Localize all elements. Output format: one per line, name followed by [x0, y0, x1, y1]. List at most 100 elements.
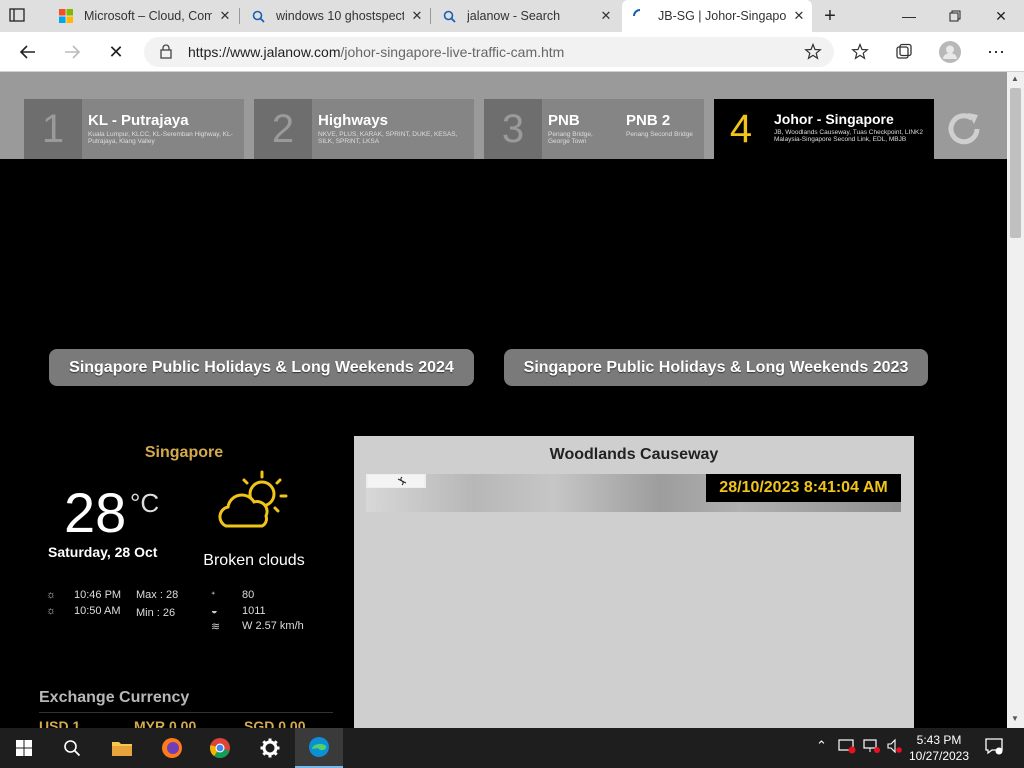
route-title: Johor - Singapore [774, 111, 894, 127]
sunset-icon: ☼ [46, 605, 57, 617]
pressure-icon: ◒ [211, 605, 218, 617]
humidity-icon: ᐩ [211, 590, 216, 602]
weather-date: Saturday, 28 Oct [48, 544, 158, 560]
tab-actions-icon[interactable] [8, 6, 28, 26]
tab-jalanow-search[interactable]: jalanow - Search ✕ [431, 0, 619, 32]
url-path: /johor-singapore-live-traffic-cam.htm [340, 44, 565, 60]
close-icon[interactable]: ✕ [786, 8, 812, 24]
route-title: PNB [548, 112, 580, 129]
browser-tab-bar: Microsoft – Cloud, Com ✕ windows 10 ghos… [0, 0, 1024, 32]
min-temp: Min : 26 [136, 607, 176, 619]
chrome-icon[interactable] [196, 728, 244, 768]
weather-temperature: 28 [64, 481, 127, 544]
webpage-content: 1 KL - Putrajaya Kuala Lumpur, KLCC, KL-… [0, 72, 1007, 728]
lock-icon [160, 44, 172, 64]
route-number: 2 [254, 99, 312, 159]
exchange-usd: USD 1 [39, 718, 81, 728]
tab-microsoft[interactable]: Microsoft – Cloud, Com ✕ [48, 0, 238, 32]
firefox-icon[interactable] [148, 728, 196, 768]
clock-time: 5:43 PM [916, 733, 962, 747]
refresh-icon[interactable] [942, 107, 986, 151]
close-icon[interactable]: ✕ [404, 8, 430, 24]
file-explorer-icon[interactable] [98, 728, 146, 768]
humidity-value: 80 [242, 589, 255, 601]
wind-value: W 2.57 km/h [242, 620, 304, 632]
start-button[interactable] [0, 728, 48, 768]
route-subtitle: NKVE, PLUS, KARAK, SPRINT, DUKE, KESAS, … [318, 131, 458, 145]
exchange-myr: MYR 0.00 [134, 718, 197, 728]
scroll-thumb[interactable] [1010, 88, 1021, 238]
pressure-value: 1011 [242, 605, 266, 617]
camera-image[interactable]: 28/10/2023 8:41:04 AM [366, 474, 901, 512]
route-tab-johor-singapore[interactable]: 4 Johor - Singapore JB, Woodlands Causew… [714, 99, 934, 159]
close-window-button[interactable]: ✕ [978, 0, 1024, 32]
route-title: KL - Putrajaya [88, 112, 189, 129]
favorites-icon[interactable] [844, 36, 876, 68]
route-tab-kl-putrajaya[interactable]: 1 KL - Putrajaya Kuala Lumpur, KLCC, KL-… [24, 99, 244, 159]
close-icon[interactable]: ✕ [593, 8, 619, 24]
sunrise-time: 10:46 PM [74, 589, 122, 601]
chevron-up-icon[interactable]: ⌃ [816, 738, 827, 754]
route-title-pnb2: PNB 2 [626, 112, 671, 129]
weather-city: Singapore [144, 444, 224, 461]
traffic-camera-panel: Woodlands Causeway 28/10/2023 8:41:04 AM [354, 436, 914, 728]
exchange-sgd: SGD 0.00 [244, 718, 306, 728]
holidays-2024-button[interactable]: Singapore Public Holidays & Long Weekend… [49, 349, 474, 386]
stop-loading-button[interactable]: ✕ [100, 36, 132, 68]
restore-button[interactable] [932, 0, 978, 32]
sunrise-icon: ☼ [46, 589, 57, 601]
forward-button[interactable] [56, 36, 88, 68]
url-text: https://www.jalanow.com/johor-singapore-… [188, 44, 564, 60]
back-button[interactable] [12, 36, 44, 68]
scroll-down-icon[interactable]: ▼ [1011, 714, 1019, 723]
new-tab-button[interactable]: + [814, 0, 846, 32]
settings-gear-icon[interactable] [246, 728, 294, 768]
route-number: 1 [24, 99, 82, 159]
tab-label: jalanow - Search [467, 9, 561, 23]
search-icon [250, 8, 266, 24]
route-tab-highways[interactable]: 2 Highways NKVE, PLUS, KARAK, SPRINT, DU… [254, 99, 474, 159]
clock-date: 10/27/2023 [908, 749, 970, 763]
tab-jb-sg-active[interactable]: JB-SG | Johor-Singapore ✕ [622, 0, 812, 32]
sunset-time: 10:50 AM [74, 605, 121, 617]
page-scrollbar[interactable]: ▲ ▼ [1007, 72, 1024, 728]
divider [39, 712, 333, 713]
profile-avatar[interactable] [934, 36, 966, 68]
minimize-button[interactable]: — [886, 0, 932, 32]
tab-label: JB-SG | Johor-Singapore [658, 9, 786, 23]
windows-taskbar: ⌃ 5:43 PM 10/27/2023 [0, 728, 1024, 768]
broken-clouds-icon [214, 468, 294, 532]
url-field[interactable]: https://www.jalanow.com/johor-singapore-… [144, 37, 834, 67]
camera-timestamp: 28/10/2023 8:41:04 AM [706, 474, 901, 502]
scroll-up-icon[interactable]: ▲ [1011, 74, 1019, 83]
route-subtitle: Kuala Lumpur, KLCC, KL-Seremban Highway,… [88, 131, 233, 145]
notification-center-icon[interactable] [984, 737, 1004, 758]
edge-icon[interactable] [295, 728, 343, 768]
holidays-2023-button[interactable]: Singapore Public Holidays & Long Weekend… [504, 349, 928, 386]
exchange-currency-title: Exchange Currency [39, 689, 190, 706]
tab-label: windows 10 ghostspect [276, 9, 404, 23]
search-icon [441, 8, 457, 24]
wind-icon: ≋ [211, 621, 221, 633]
route-subtitle: JB, Woodlands Causeway, Tuas Checkpoint,… [774, 129, 923, 143]
loading-icon [632, 8, 648, 24]
add-favorite-icon[interactable] [804, 42, 822, 66]
route-tab-pnb[interactable]: 3 PNB Penang Bridge, George Town PNB 2 P… [484, 99, 704, 159]
camera-provider-logo [366, 474, 426, 488]
collections-icon[interactable] [888, 36, 920, 68]
network-alert-icon[interactable] [838, 738, 856, 757]
route-number: 3 [484, 99, 542, 159]
route-subtitle: Penang Bridge, George Town [548, 131, 593, 145]
settings-menu-icon[interactable]: ⋯ [980, 36, 1012, 68]
address-bar-row: ✕ https://www.jalanow.com/johor-singapor… [0, 32, 1024, 72]
close-icon[interactable]: ✕ [212, 8, 238, 24]
microsoft-logo-icon [58, 8, 74, 24]
tab-label: Microsoft – Cloud, Com [84, 9, 212, 23]
weather-widget: Singapore 28 °C Saturday, 28 Oct Broken … [44, 428, 324, 648]
camera-title: Woodlands Causeway [549, 446, 719, 463]
route-title: Highways [318, 112, 389, 129]
network-icon[interactable] [862, 738, 880, 757]
taskbar-clock[interactable]: 5:43 PM 10/27/2023 [900, 732, 978, 764]
tab-ghostspectre-search[interactable]: windows 10 ghostspect ✕ [240, 0, 430, 32]
search-icon[interactable] [48, 728, 96, 768]
